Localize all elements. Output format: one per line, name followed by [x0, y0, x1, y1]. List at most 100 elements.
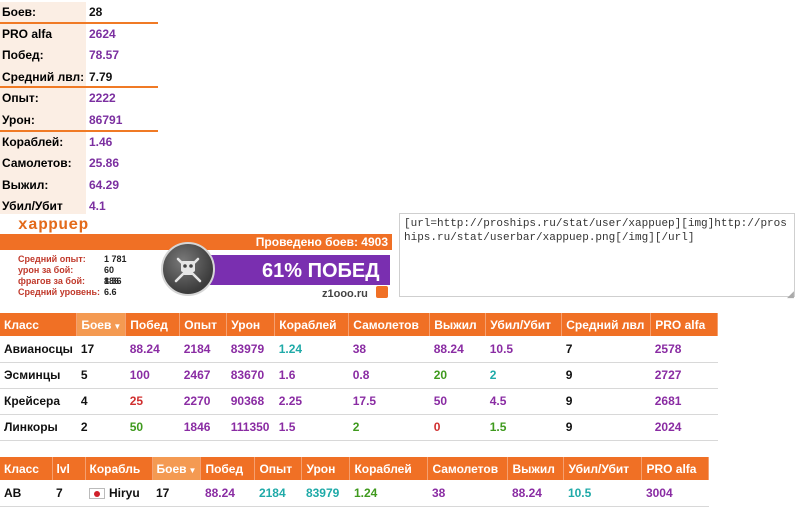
table-cell: 10.5 [563, 480, 642, 507]
cell-value: 1.24 [278, 341, 303, 356]
column-header[interactable]: Кораблей [349, 457, 429, 480]
column-header[interactable]: Боев ▼ [152, 457, 202, 480]
column-header[interactable]: Корабль [85, 457, 153, 480]
column-header[interactable]: Убил/Убит [485, 313, 563, 336]
summary-label: Опыт: [2, 91, 39, 106]
column-header[interactable]: lvl [52, 457, 86, 480]
table-row: Линкоры 2 50 1846 111350 1.5 2 0 1.5 9 2024 [0, 414, 718, 441]
summary-row: Опыт: 2222 [0, 88, 158, 110]
table-cell: 0 [429, 414, 486, 441]
userbar-stat-row: фрагов за бой: 1.36 [18, 276, 128, 287]
userbar-stat-label: урон за бой: [18, 265, 74, 275]
userbar-stat-row: Средний уровень: 6.6 [18, 287, 128, 298]
resize-grip-icon[interactable]: ◢ [787, 289, 794, 300]
table-cell: Hiryu [85, 480, 152, 507]
ship-stats-table: Класс lvl Корабль Боев ▼ Побед Опыт Урон Корабле… [0, 457, 710, 507]
table-cell: 1.5 [485, 414, 562, 441]
table-row: Эсминцы 5 100 2467 83670 1.6 0.8 20 2 9 2727 [0, 362, 718, 389]
userbar-corner-badge-icon [376, 286, 388, 298]
summary-label: Самолетов: [2, 156, 72, 171]
column-header-label: Боев [81, 317, 112, 332]
column-header[interactable]: Средний лвл [561, 313, 652, 336]
table-header-row: Класс Боев ▼ Побед Опыт Урон Кораблей Самолетов… [0, 313, 719, 336]
column-header[interactable]: Урон [301, 457, 351, 480]
crossed-swords-emblem-icon [161, 242, 215, 296]
cell-value: 83670 [230, 368, 265, 382]
column-header[interactable]: Боев ▼ [76, 313, 127, 336]
column-header[interactable]: Побед [200, 457, 256, 480]
column-header[interactable]: Самолетов [427, 457, 509, 480]
cell-value: 50 [129, 420, 144, 434]
column-header[interactable]: Кораблей [274, 313, 350, 336]
column-header[interactable]: Опыт [254, 457, 303, 480]
cell-value: Линкоры [4, 420, 58, 434]
userbar-stat-row: Средний опыт: 1 781 [18, 254, 128, 265]
table-cell: 83979 [226, 336, 275, 363]
sort-arrow-icon: ▼ [113, 321, 122, 331]
cell-value: 9 [565, 420, 573, 434]
column-header[interactable]: Убил/Убит [563, 457, 643, 480]
cell-value: Эсминцы [4, 368, 61, 382]
table-cell: 0.8 [348, 362, 430, 389]
summary-row: PRO alfa 2624 [0, 23, 158, 46]
summary-row: Выжил: 64.29 [0, 174, 158, 197]
cell-value: 83979 [305, 485, 340, 500]
table-cell: 5 [76, 362, 126, 389]
column-header-label: Класс [4, 317, 39, 332]
column-header[interactable]: Урон [226, 313, 276, 336]
table-cell: 9 [561, 362, 651, 389]
table-cell: 111350 [226, 414, 275, 441]
table-cell: 2184 [254, 480, 302, 507]
cell-value: 83979 [230, 341, 265, 356]
userbar-stat-value: 1 781 [104, 254, 127, 264]
column-header-label: Урон [231, 317, 261, 332]
summary-row: Боев: 28 [0, 2, 158, 24]
summary-value: 86791 [89, 112, 123, 127]
summary-value: 2222 [89, 91, 116, 106]
sort-arrow-icon: ▼ [188, 465, 197, 475]
cell-value: 0.8 [352, 368, 370, 382]
column-header[interactable]: PRO alfa [650, 313, 719, 336]
cell-value: 100 [129, 368, 150, 382]
cell-value: 10.5 [489, 341, 514, 356]
cell-value: 7 [56, 485, 63, 500]
column-header-label: Опыт [184, 317, 217, 332]
bbcode-textarea[interactable]: [url=http://proships.ru/stat/user/xappue… [399, 213, 795, 297]
cell-value: 88.24 [129, 341, 160, 356]
table-cell: 10.5 [485, 336, 562, 363]
cell-value: 2467 [183, 368, 211, 382]
column-header[interactable]: Выжил [507, 457, 565, 480]
summary-value: 2624 [89, 26, 116, 41]
column-header[interactable]: Побед [125, 313, 181, 336]
column-header[interactable]: Опыт [179, 313, 228, 336]
column-header-label: Самолетов [432, 461, 499, 476]
summary-value: 78.57 [89, 48, 120, 63]
column-header[interactable]: Класс [0, 313, 78, 336]
table-cell: 88.24 [507, 480, 564, 507]
cell-value: 25 [129, 394, 144, 408]
cell-value: 9 [565, 368, 573, 382]
userbar-player-name: xappuep [18, 216, 89, 234]
cell-value: 1.5 [489, 420, 507, 434]
cell-value: Авианосцы [4, 341, 73, 356]
table-cell: Крейсера [0, 388, 77, 415]
cell-value: 3004 [645, 485, 673, 500]
cell-value: AB [4, 485, 22, 500]
japan-flag-icon [89, 488, 105, 500]
summary-row: Самолетов: 25.86 [0, 153, 158, 175]
summary-label: Урон: [2, 112, 35, 127]
column-header[interactable]: PRO alfa [641, 457, 710, 480]
userbar-battles-count: Проведено боев: 4903 [255, 235, 388, 249]
class-stats-table: Класс Боев ▼ Побед Опыт Урон Кораблей Самолетов… [0, 313, 719, 441]
cell-value: 7 [565, 341, 573, 356]
cell-value: 88.24 [204, 485, 235, 500]
column-header[interactable]: Самолетов [348, 313, 431, 336]
cell-value: 5 [80, 368, 88, 382]
column-header[interactable]: Класс [0, 457, 53, 480]
cell-value: 88.24 [511, 485, 542, 500]
table-cell: 2 [76, 414, 126, 441]
table-cell: 83979 [301, 480, 350, 507]
column-header[interactable]: Выжил [429, 313, 487, 336]
summary-stats: Боев: 28 PRO alfa 2624 Побед: 78.57 Средний лв… [0, 2, 158, 218]
table-cell: 1846 [179, 414, 227, 441]
